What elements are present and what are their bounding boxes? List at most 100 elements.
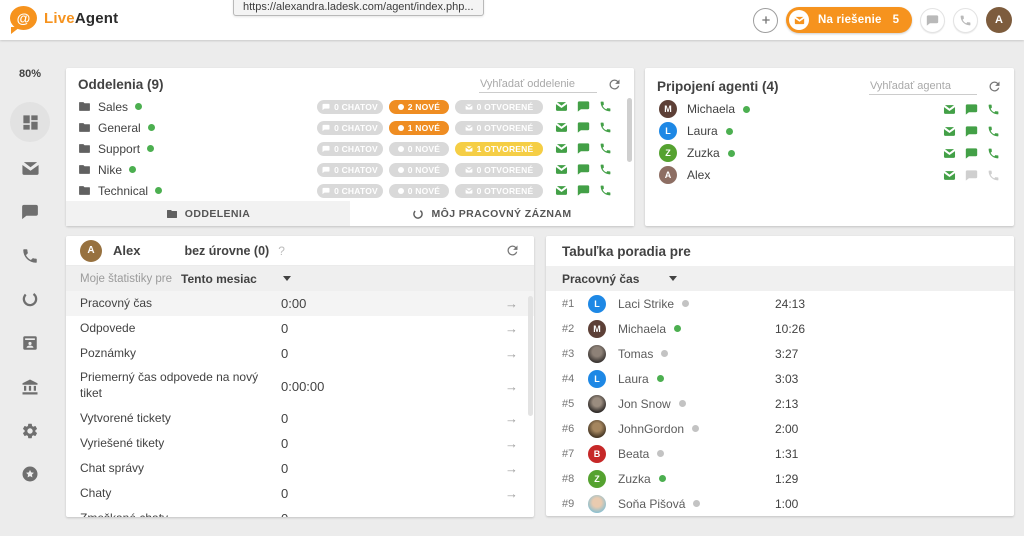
calls-button[interactable] — [953, 8, 978, 33]
arrow-right-icon[interactable]: → — [505, 321, 518, 336]
tab-my-work-record[interactable]: MÔJ PRACOVNÝ ZÁZNAM — [350, 201, 634, 226]
stats-period-dropdown[interactable]: Tento mesiac — [181, 272, 291, 286]
agent-row[interactable]: A Alex — [645, 164, 1014, 186]
new-tickets-badge[interactable]: 0 NOVÉ — [389, 184, 449, 198]
leaderboard-row[interactable]: #6 JohnGordon 2:00 — [546, 416, 1014, 441]
leaderboard-row[interactable]: #7 B Beata 1:31 — [546, 441, 1014, 466]
chats-button[interactable] — [920, 8, 945, 33]
department-row[interactable]: Support 0 CHATOV 0 NOVÉ 1 OTVORENÉ — [66, 138, 634, 159]
arrow-right-icon[interactable]: → — [505, 461, 518, 476]
agent-row[interactable]: L Laura — [645, 120, 1014, 142]
chats-badge[interactable]: 0 CHATOV — [317, 142, 383, 156]
sidebar-item-work-report[interactable] — [10, 279, 50, 319]
phone-icon[interactable] — [599, 163, 612, 176]
tab-departments[interactable]: ODDELENIA — [66, 201, 350, 226]
chat-icon[interactable] — [965, 103, 978, 116]
arrow-right-icon[interactable]: → — [505, 511, 518, 517]
sidebar-item-tickets[interactable] — [10, 148, 50, 188]
arrow-right-icon[interactable]: → — [505, 296, 518, 311]
refresh-icon[interactable] — [987, 79, 1002, 94]
chat-icon[interactable] — [965, 147, 978, 160]
chat-icon[interactable] — [577, 184, 590, 197]
liveagent-logo[interactable]: @ LiveAgent — [10, 6, 118, 30]
leaderboard-row[interactable]: #9 Soňa Pišová 1:00 — [546, 491, 1014, 516]
stat-row[interactable]: Chaty 0 → — [66, 481, 534, 506]
chats-badge[interactable]: 0 CHATOV — [317, 100, 383, 114]
refresh-icon[interactable] — [607, 77, 622, 92]
leaderboard-row[interactable]: #2 M Michaela 10:26 — [546, 316, 1014, 341]
agent-row[interactable]: Z Zuzka — [645, 142, 1014, 164]
chat-icon[interactable] — [965, 169, 978, 182]
refresh-icon[interactable] — [505, 243, 520, 258]
open-tickets-badge[interactable]: 0 OTVORENÉ — [455, 184, 543, 198]
phone-icon[interactable] — [987, 125, 1000, 138]
mail-icon[interactable] — [943, 147, 956, 160]
phone-icon[interactable] — [987, 103, 1000, 116]
mail-icon[interactable] — [555, 142, 568, 155]
agents-search-input[interactable] — [869, 78, 977, 95]
new-tickets-badge[interactable]: 1 NOVÉ — [389, 121, 449, 135]
arrow-right-icon[interactable]: → — [505, 411, 518, 426]
mail-icon[interactable] — [943, 169, 956, 182]
leaderboard-row[interactable]: #1 L Laci Strike 24:13 — [546, 291, 1014, 316]
chat-icon[interactable] — [577, 100, 590, 113]
phone-icon[interactable] — [599, 184, 612, 197]
phone-icon[interactable] — [599, 121, 612, 134]
chats-badge[interactable]: 0 CHATOV — [317, 184, 383, 198]
to-solve-button[interactable]: Na riešenie 5 — [786, 7, 912, 33]
arrow-right-icon[interactable]: → — [505, 346, 518, 361]
phone-icon[interactable] — [987, 169, 1000, 182]
new-tickets-badge[interactable]: 2 NOVÉ — [389, 100, 449, 114]
stat-row[interactable]: Zmeškané chaty 0 → — [66, 506, 534, 517]
phone-icon[interactable] — [987, 147, 1000, 160]
stat-row[interactable]: Odpovede 0 → — [66, 316, 534, 341]
leaderboard-row[interactable]: #5 Jon Snow 2:13 — [546, 391, 1014, 416]
mail-icon[interactable] — [943, 103, 956, 116]
arrow-right-icon[interactable]: → — [505, 486, 518, 501]
leaderboard-metric-dropdown[interactable]: Pracovný čas — [546, 266, 1014, 291]
user-avatar[interactable]: A — [986, 7, 1012, 33]
mail-icon[interactable] — [555, 184, 568, 197]
stat-row[interactable]: Priemerný čas odpovede na nový tiket 0:0… — [66, 366, 534, 406]
sidebar-item-badges[interactable] — [10, 454, 50, 494]
scrollbar[interactable] — [627, 98, 632, 162]
sidebar-item-company[interactable] — [10, 367, 50, 407]
stat-row[interactable]: Vyriešené tikety 0 → — [66, 431, 534, 456]
stat-row[interactable]: Pracovný čas 0:00 → — [66, 291, 534, 316]
add-button[interactable] — [753, 8, 778, 33]
chat-icon[interactable] — [577, 142, 590, 155]
leaderboard-row[interactable]: #8 Z Zuzka 1:29 — [546, 466, 1014, 491]
new-tickets-badge[interactable]: 0 NOVÉ — [389, 163, 449, 177]
chat-icon[interactable] — [577, 163, 590, 176]
open-tickets-badge[interactable]: 0 OTVORENÉ — [455, 100, 543, 114]
mail-icon[interactable] — [943, 125, 956, 138]
mail-icon[interactable] — [555, 121, 568, 134]
stat-row[interactable]: Vytvorené tickety 0 → — [66, 406, 534, 431]
stat-row[interactable]: Chat správy 0 → — [66, 456, 534, 481]
sidebar-item-contacts[interactable] — [10, 323, 50, 363]
sidebar-item-calls[interactable] — [10, 236, 50, 276]
leaderboard-row[interactable]: #4 L Laura 3:03 — [546, 366, 1014, 391]
arrow-right-icon[interactable]: → — [505, 436, 518, 451]
sidebar-item-settings[interactable] — [10, 411, 50, 451]
department-row[interactable]: General 0 CHATOV 1 NOVÉ 0 OTVORENÉ — [66, 117, 634, 138]
open-tickets-badge[interactable]: 0 OTVORENÉ — [455, 121, 543, 135]
mail-icon[interactable] — [555, 100, 568, 113]
sidebar-item-dashboard[interactable] — [10, 102, 50, 142]
new-tickets-badge[interactable]: 0 NOVÉ — [389, 142, 449, 156]
stat-row[interactable]: Poznámky 0 → — [66, 341, 534, 366]
chats-badge[interactable]: 0 CHATOV — [317, 121, 383, 135]
open-tickets-badge[interactable]: 0 OTVORENÉ — [455, 163, 543, 177]
phone-icon[interactable] — [599, 100, 612, 113]
chat-icon[interactable] — [577, 121, 590, 134]
agent-row[interactable]: M Michaela — [645, 98, 1014, 120]
mail-icon[interactable] — [555, 163, 568, 176]
scrollbar[interactable] — [528, 296, 533, 416]
departments-search-input[interactable] — [479, 76, 597, 93]
arrow-right-icon[interactable]: → — [505, 379, 518, 394]
chat-icon[interactable] — [965, 125, 978, 138]
leaderboard-row[interactable]: #3 Tomas 3:27 — [546, 341, 1014, 366]
department-row[interactable]: Nike 0 CHATOV 0 NOVÉ 0 OTVORENÉ — [66, 159, 634, 180]
open-tickets-badge[interactable]: 1 OTVORENÉ — [455, 142, 543, 156]
department-row[interactable]: Sales 0 CHATOV 2 NOVÉ 0 OTVORENÉ — [66, 96, 634, 117]
